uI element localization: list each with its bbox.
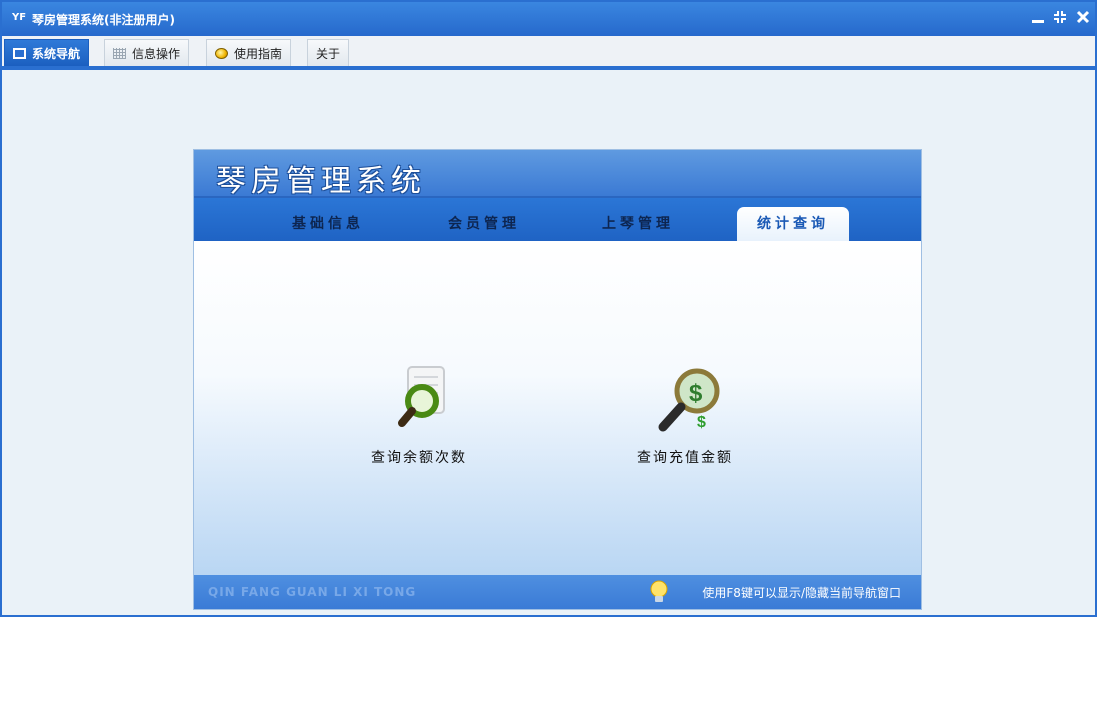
grid-icon [113, 47, 126, 59]
monitor-icon [13, 47, 26, 59]
tab-piano-session[interactable]: 上琴管理 [582, 207, 694, 241]
money-magnifier-icon: $ $ [658, 368, 720, 432]
help-circle-icon [215, 47, 228, 59]
app-icon: YF [12, 12, 27, 23]
restore-icon[interactable] [1053, 9, 1067, 29]
svg-text:$: $ [689, 380, 703, 407]
title-bar[interactable]: YF 琴房管理系统(非注册用户) [2, 2, 1095, 36]
menu-item-label: 关于 [316, 46, 341, 61]
query-balance-shortcut[interactable]: 查询余额次数 [364, 363, 474, 467]
document-magnifier-icon [398, 366, 445, 427]
tab-bar: 基础信息 会员管理 上琴管理 统计查询 [194, 198, 921, 241]
menu-item-label: 信息操作 [132, 46, 181, 61]
menu-bar: 系统导航 信息操作 使用指南 关于 [2, 36, 1095, 70]
close-icon[interactable] [1076, 9, 1090, 29]
footer-brand: QIN FANG GUAN LI XI TONG [208, 585, 417, 599]
query-recharge-shortcut[interactable]: $ $ 查询充值金额 [630, 363, 740, 467]
tab-content: 查询余额次数 $ $ 查询充值金额 [194, 241, 921, 575]
minimize-icon[interactable] [1031, 9, 1045, 29]
shortcut-label: 查询余额次数 [371, 450, 467, 466]
tab-member-management[interactable]: 会员管理 [428, 207, 540, 241]
tab-statistics-query[interactable]: 统计查询 [737, 207, 849, 241]
menu-item-system-nav[interactable]: 系统导航 [4, 39, 90, 66]
footer-tip: 使用F8键可以显示/隐藏当前导航窗口 [702, 586, 901, 600]
window-title: 琴房管理系统(非注册用户) [32, 13, 175, 27]
panel-header: 琴房管理系统 [194, 150, 921, 199]
panel-title: 琴房管理系统 [216, 164, 426, 199]
lightbulb-icon [650, 580, 668, 602]
shortcut-label: 查询充值金额 [637, 450, 733, 466]
menu-item-about[interactable]: 关于 [307, 39, 350, 66]
tab-basic-info[interactable]: 基础信息 [272, 207, 384, 241]
navigation-panel: 琴房管理系统 基础信息 会员管理 上琴管理 统计查询 查询余额次数 $ $ 查询… [194, 150, 921, 609]
svg-text:$: $ [697, 414, 706, 431]
menu-item-info-ops[interactable]: 信息操作 [104, 39, 190, 66]
menu-item-guide[interactable]: 使用指南 [206, 39, 292, 66]
panel-footer: QIN FANG GUAN LI XI TONG 使用F8键可以显示/隐藏当前导… [194, 575, 921, 609]
menu-item-label: 使用指南 [234, 46, 283, 61]
menu-item-label: 系统导航 [32, 46, 81, 61]
